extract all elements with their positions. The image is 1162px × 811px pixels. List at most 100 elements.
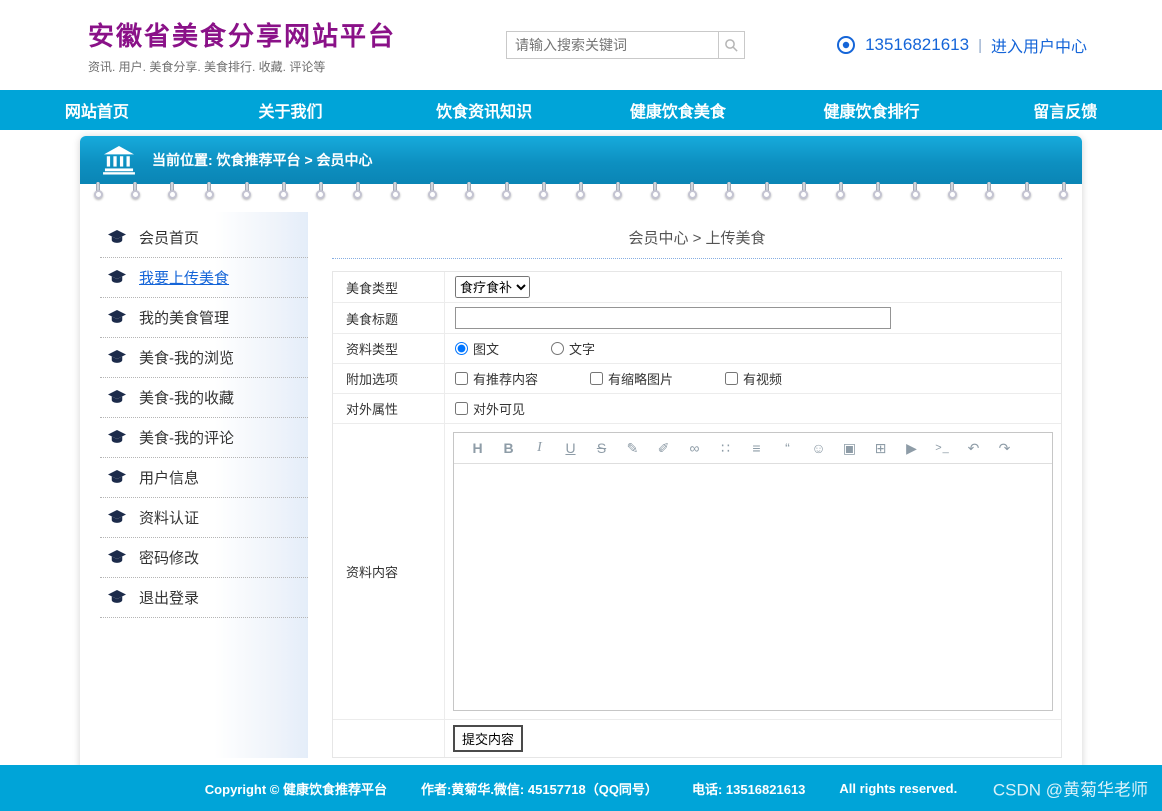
pencil-icon[interactable]: ✎ [617, 440, 648, 457]
binder-ring [761, 182, 773, 212]
user-center-link[interactable]: 进入用户中心 [991, 33, 1087, 57]
cap-icon [108, 510, 126, 525]
binder-ring [278, 182, 290, 212]
binder-ring [909, 182, 921, 212]
italic-icon[interactable]: I [524, 440, 555, 456]
food-title-input[interactable] [455, 307, 891, 329]
nav-item-news[interactable]: 饮食资讯知识 [387, 90, 581, 130]
site-subtitle: 资讯. 用户. 美食分享. 美食排行. 收藏. 评论等 [88, 58, 396, 75]
submit-button[interactable]: 提交内容 [453, 725, 523, 752]
binder-ring [92, 182, 104, 212]
checkbox-thumbnail[interactable] [590, 372, 603, 385]
checkbox-option-public[interactable]: 对外可见 [455, 399, 525, 418]
sidebar-item-certification[interactable]: 资料认证 [100, 498, 308, 538]
brush-icon[interactable]: ✐ [648, 440, 679, 457]
list-icon[interactable]: ∷ [710, 440, 741, 457]
radio-option-image-text[interactable]: 图文 [455, 339, 499, 358]
search-input[interactable] [506, 31, 718, 59]
redo-icon[interactable]: ↷ [989, 440, 1020, 457]
sidebar-item-member-home[interactable]: 会员首页 [100, 218, 308, 258]
sidebar-item-upload-food[interactable]: 我要上传美食 [100, 258, 308, 298]
radio-image-text[interactable] [455, 342, 468, 355]
binder-ring [835, 182, 847, 212]
strikethrough-icon[interactable]: S [586, 440, 617, 456]
binder-ring [463, 182, 475, 212]
checkbox-public-visible[interactable] [455, 402, 468, 415]
binder-ring [389, 182, 401, 212]
binder-ring [649, 182, 661, 212]
cap-icon [108, 430, 126, 445]
sidebar-item-label: 我要上传美食 [139, 267, 229, 288]
sidebar-item-change-password[interactable]: 密码修改 [100, 538, 308, 578]
nav-item-feedback[interactable]: 留言反馈 [968, 90, 1162, 130]
cap-icon [108, 390, 126, 405]
cap-icon [108, 550, 126, 565]
image-icon[interactable]: ▣ [834, 440, 865, 457]
header-phone: 13516821613 [865, 35, 969, 55]
nav-item-home[interactable]: 网站首页 [0, 90, 194, 130]
nav-item-about[interactable]: 关于我们 [194, 90, 388, 130]
cap-icon [108, 310, 126, 325]
sidebar-item-logout[interactable]: 退出登录 [100, 578, 308, 618]
underline-icon[interactable]: U [555, 440, 586, 456]
food-type-label: 美食类型 [333, 272, 445, 302]
binder-ring [872, 182, 884, 212]
sidebar-item-my-food-manage[interactable]: 我的美食管理 [100, 298, 308, 338]
checkbox-video[interactable] [725, 372, 738, 385]
header-contact: 13516821613 | 进入用户中心 [836, 33, 1087, 57]
checkbox-recommended[interactable] [455, 372, 468, 385]
binder-ring [575, 182, 587, 212]
sidebar-item-my-favorites[interactable]: 美食-我的收藏 [100, 378, 308, 418]
page-header: 安徽省美食分享网站平台 资讯. 用户. 美食分享. 美食排行. 收藏. 评论等 … [0, 0, 1162, 90]
content-textarea[interactable] [454, 464, 1052, 710]
checkbox-option-thumbnail[interactable]: 有缩略图片 [590, 369, 673, 388]
emoji-icon[interactable]: ☺ [803, 440, 834, 456]
heading-icon[interactable]: H [462, 440, 493, 456]
search-button[interactable] [718, 31, 745, 59]
submit-label-cell [333, 720, 445, 757]
undo-icon[interactable]: ↶ [958, 440, 989, 457]
checkbox-option-video[interactable]: 有视频 [725, 369, 782, 388]
institution-icon [102, 145, 136, 175]
radio-option-text[interactable]: 文字 [551, 339, 595, 358]
binder-ring [723, 182, 735, 212]
footer-watermark: CSDN @黄菊华老师 [993, 776, 1148, 801]
binder-ring [686, 182, 698, 212]
nav-item-healthy-food[interactable]: 健康饮食美食 [581, 90, 775, 130]
table-icon[interactable]: ⊞ [865, 440, 896, 457]
binder-ring [129, 182, 141, 212]
nav-item-ranking[interactable]: 健康饮食排行 [775, 90, 969, 130]
checkbox-option-recommended[interactable]: 有推荐内容 [455, 369, 538, 388]
form-row-food-title: 美食标题 [333, 303, 1061, 334]
location-text: 当前位置: 饮食推荐平台 > 会员中心 [152, 150, 373, 170]
cap-icon [108, 470, 126, 485]
search-bar [506, 31, 745, 59]
bold-icon[interactable]: B [493, 440, 524, 456]
form-row-content-type: 资料类型 图文 文字 [333, 334, 1061, 364]
member-sidebar: 会员首页 我要上传美食 我的美食管理 美食-我的浏览 美食-我的收藏 美食-我的… [100, 212, 308, 758]
binder-ring [501, 182, 513, 212]
binder-ring [612, 182, 624, 212]
radio-text[interactable] [551, 342, 564, 355]
form-row-content: 资料内容 HBIUS✎✐∞∷≡“☺▣⊞▶>_↶↷ [333, 424, 1061, 720]
form-row-visibility: 对外属性 对外可见 [333, 394, 1061, 424]
site-title: 安徽省美食分享网站平台 [88, 16, 396, 53]
terminal-icon[interactable]: >_ [927, 442, 958, 454]
content-type-label: 资料类型 [333, 334, 445, 363]
main-nav: 网站首页 关于我们 饮食资讯知识 健康饮食美食 健康饮食排行 留言反馈 [0, 90, 1162, 130]
form-row-extra-options: 附加选项 有推荐内容 有缩略图片 有视频 [333, 364, 1061, 394]
sidebar-item-user-info[interactable]: 用户信息 [100, 458, 308, 498]
cap-icon [108, 230, 126, 245]
rich-text-editor: HBIUS✎✐∞∷≡“☺▣⊞▶>_↶↷ [453, 432, 1053, 711]
binder-ring [983, 182, 995, 212]
quote-icon[interactable]: “ [772, 440, 803, 456]
sidebar-item-label: 用户信息 [139, 467, 199, 488]
align-icon[interactable]: ≡ [741, 440, 772, 456]
sidebar-item-my-views[interactable]: 美食-我的浏览 [100, 338, 308, 378]
video-icon[interactable]: ▶ [896, 440, 927, 457]
food-type-select[interactable]: 食疗食补 [455, 276, 530, 298]
sidebar-item-label: 会员首页 [139, 227, 199, 248]
content-card: 当前位置: 饮食推荐平台 > 会员中心 会员首页 我要上传美食 我的美食管理 美… [80, 136, 1082, 792]
sidebar-item-my-comments[interactable]: 美食-我的评论 [100, 418, 308, 458]
link-icon[interactable]: ∞ [679, 440, 710, 456]
